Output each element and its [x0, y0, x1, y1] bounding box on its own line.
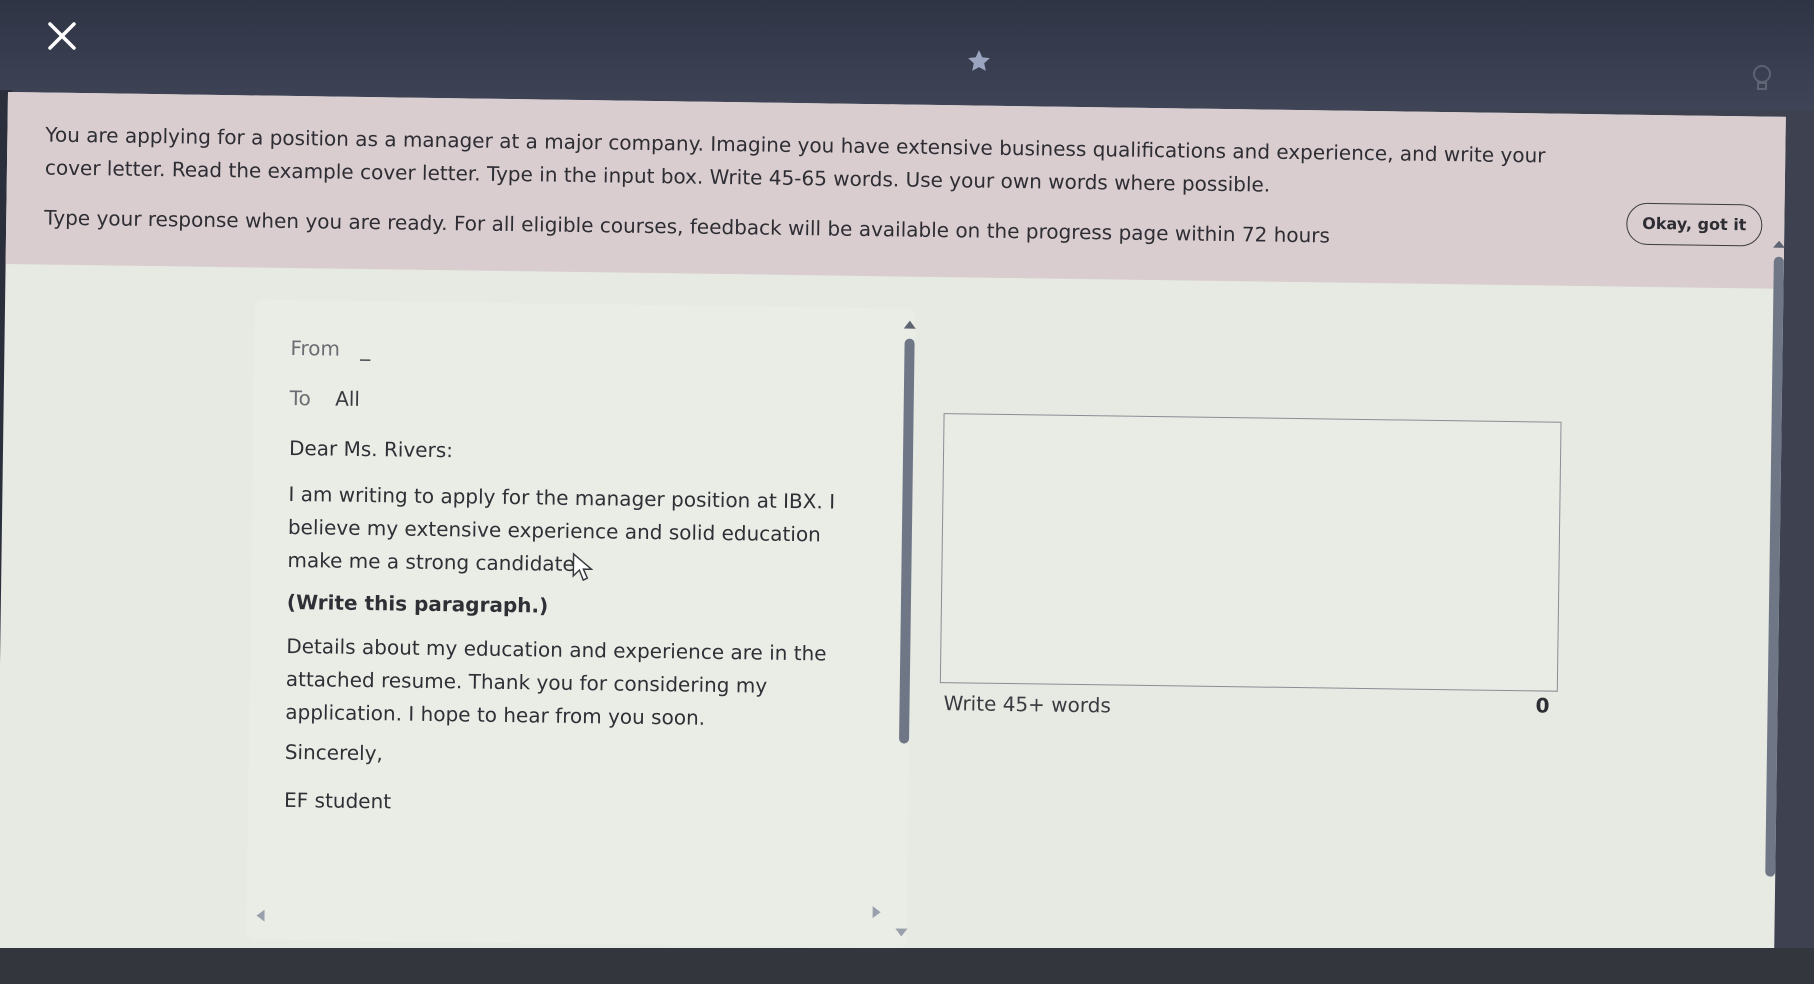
from-row: From _	[290, 336, 370, 361]
letter-signature: EF student	[283, 787, 392, 814]
letter-paragraph-1: I am writing to apply for the manager po…	[287, 481, 836, 577]
page-scroll-up-arrow-icon[interactable]	[1772, 240, 1786, 248]
to-row: To All	[290, 386, 361, 411]
letter-paragraph-3: Details about my education and experienc…	[285, 633, 827, 730]
lightbulb-icon[interactable]	[1750, 64, 1774, 92]
close-icon[interactable]	[40, 14, 84, 58]
word-count: 0	[1535, 693, 1550, 718]
exercise-page: You are applying for a position as a man…	[0, 92, 1786, 979]
scroll-down-arrow-icon[interactable]	[895, 928, 908, 937]
scroll-up-arrow-icon[interactable]	[903, 320, 916, 329]
letter-scrollbar[interactable]	[898, 338, 915, 744]
okay-got-it-button[interactable]: Okay, got it	[1626, 202, 1763, 247]
write-this-paragraph-label: (Write this paragraph.)	[286, 589, 549, 618]
bottom-bezel	[0, 948, 1814, 984]
top-bar	[0, 0, 1814, 110]
word-target-hint: Write 45+ words	[943, 691, 1112, 718]
from-label: From	[290, 335, 341, 361]
letter-closing: Sincerely,	[284, 739, 384, 766]
instructions-banner: You are applying for a position as a man…	[5, 92, 1786, 289]
to-label: To	[289, 385, 311, 411]
instructions-text: You are applying for a position as a man…	[44, 122, 1546, 197]
example-letter-card[interactable]: From _ To All Dear Ms. Rivers: I am writ…	[246, 299, 916, 949]
star-icon[interactable]	[966, 48, 992, 74]
letter-greeting: Dear Ms. Rivers:	[288, 435, 454, 463]
from-value: _	[360, 336, 371, 362]
feedback-note: Type your response when you are ready. F…	[44, 205, 1331, 248]
scroll-left-arrow-icon[interactable]	[256, 909, 265, 922]
response-input[interactable]	[939, 413, 1562, 692]
mouse-cursor-icon	[571, 552, 594, 582]
scroll-right-arrow-icon[interactable]	[872, 906, 881, 919]
to-value: All	[335, 386, 361, 411]
page-scrollbar[interactable]	[1765, 256, 1784, 877]
